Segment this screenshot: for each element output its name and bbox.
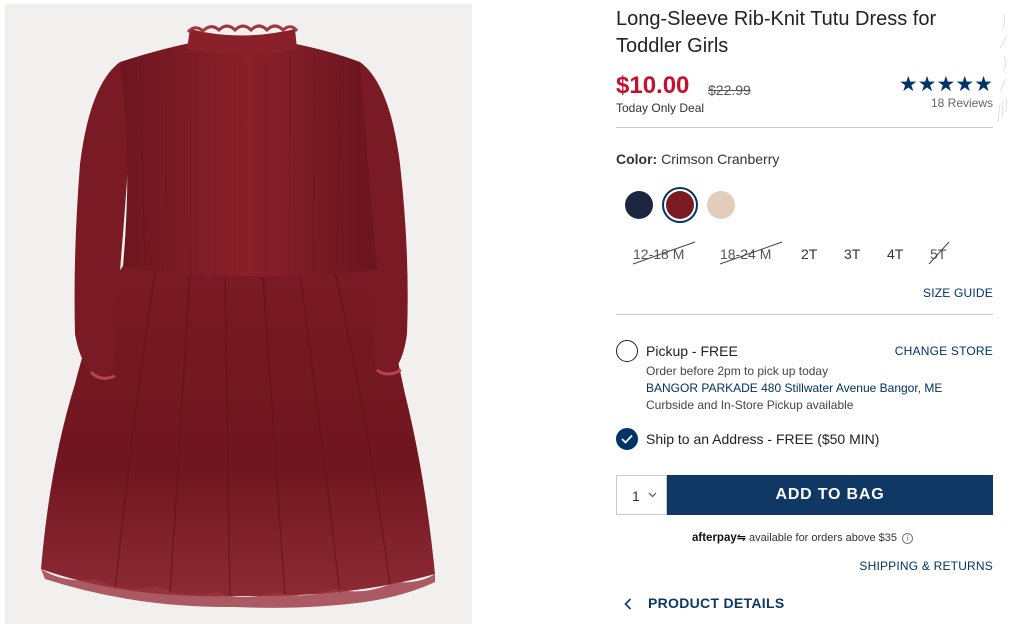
- product-details-label: PRODUCT DETAILS: [648, 595, 785, 611]
- size-2t[interactable]: 2T: [801, 246, 817, 262]
- size-4t[interactable]: 4T: [887, 246, 903, 262]
- color-selection: Color: Crimson Cranberry: [616, 151, 779, 167]
- unavailable-strike-icon: [719, 241, 783, 265]
- quantity-value: 1: [632, 488, 640, 504]
- ship-label: Ship to an Address - FREE ($50 MIN): [646, 431, 880, 447]
- chevron-down-icon: [648, 492, 657, 498]
- size-18-24m[interactable]: 18-24 M: [719, 241, 783, 265]
- store-address-link[interactable]: BANGOR PARKADE 480 Stillwater Avenue Ban…: [646, 381, 942, 395]
- size-5t[interactable]: 5T: [928, 241, 950, 265]
- quantity-select[interactable]: 1: [616, 475, 667, 515]
- divider: [616, 314, 993, 315]
- product-info-panel: Long-Sleeve Rib-Knit Tutu Dress for Todd…: [616, 0, 993, 624]
- color-label: Color:: [616, 151, 658, 167]
- afterpay-text: available for orders above $35: [749, 532, 898, 544]
- swatch-color-dot: [666, 191, 694, 219]
- sale-price: $10.00: [616, 72, 690, 99]
- afterpay-note: afterpay⇋ available for orders above $35…: [692, 531, 914, 544]
- reviews-link[interactable]: 18 Reviews: [931, 96, 993, 110]
- info-icon[interactable]: i: [902, 532, 914, 544]
- product-image[interactable]: [5, 4, 472, 624]
- pickup-label: Pickup - FREE: [646, 343, 738, 359]
- shipping-returns-link[interactable]: SHIPPING & RETURNS: [859, 559, 993, 573]
- unavailable-strike-icon: [928, 241, 950, 265]
- size-12-18m[interactable]: 12-18 M: [632, 241, 696, 265]
- product-title: Long-Sleeve Rib-Knit Tutu Dress for Todd…: [616, 8, 937, 57]
- deal-label: Today Only Deal: [616, 101, 705, 115]
- dress-illustration: [41, 24, 435, 608]
- size-3t[interactable]: 3T: [844, 246, 860, 262]
- swatch-pale-pink[interactable]: [707, 191, 735, 219]
- size-guide-link[interactable]: SIZE GUIDE: [923, 286, 993, 300]
- pickup-note: Order before 2pm to pick up today: [646, 364, 829, 378]
- ship-radio[interactable]: [616, 428, 638, 450]
- chevron-left-icon: [624, 598, 632, 610]
- unavailable-strike-icon: [632, 241, 696, 265]
- original-price: $22.99: [708, 82, 751, 98]
- pickup-radio[interactable]: [616, 340, 638, 362]
- divider: [616, 127, 993, 128]
- add-to-bag-button[interactable]: ADD TO BAG: [667, 475, 993, 515]
- swatch-navy[interactable]: [625, 191, 653, 219]
- check-icon: [621, 434, 633, 444]
- pickup-options: Curbside and In-Store Pickup available: [646, 398, 854, 412]
- swatch-crimson-cranberry[interactable]: [662, 187, 698, 223]
- rating-stars[interactable]: ★★★★★: [899, 72, 993, 97]
- color-name: Crimson Cranberry: [661, 151, 780, 167]
- watermark-graphic: [997, 13, 1008, 123]
- change-store-link[interactable]: CHANGE STORE: [895, 344, 993, 358]
- afterpay-logo: afterpay: [692, 532, 737, 544]
